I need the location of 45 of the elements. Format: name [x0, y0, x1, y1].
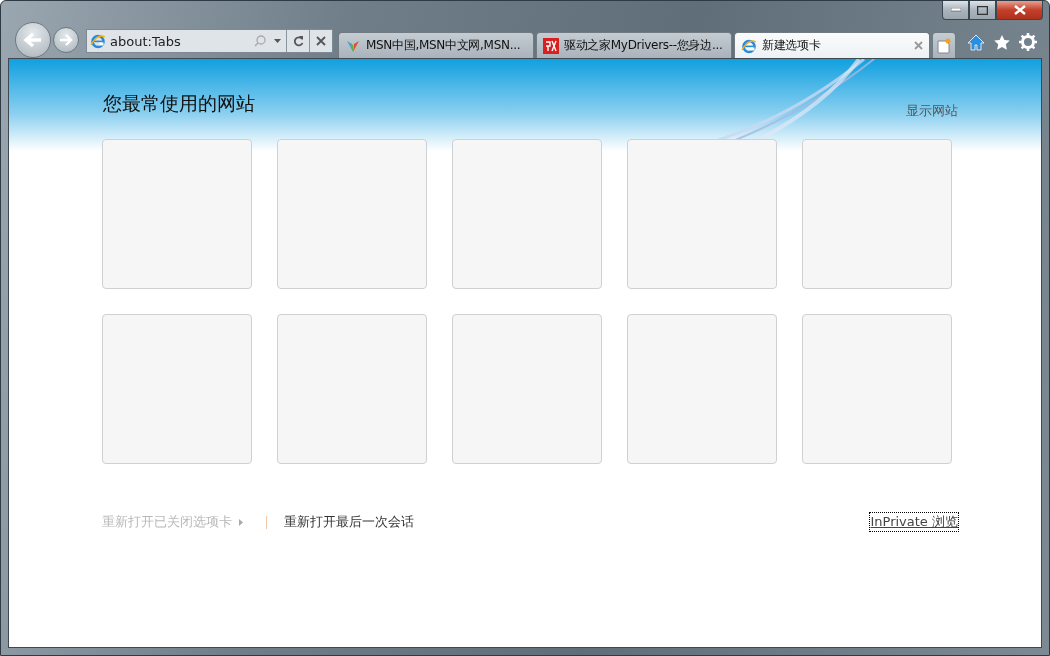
new-tab-button[interactable]	[932, 32, 956, 58]
browser-tab[interactable]: 新建选项卡	[734, 32, 930, 58]
site-logo-icon	[543, 37, 559, 54]
settings-icon	[1019, 33, 1037, 51]
site-tile[interactable]	[102, 314, 252, 464]
home-button[interactable]	[966, 32, 986, 52]
maximize-button[interactable]	[969, 1, 996, 20]
site-tile[interactable]	[102, 139, 252, 289]
show-sites-link[interactable]: 显示网站	[906, 102, 958, 120]
page-title: 您最常使用的网站	[103, 91, 255, 116]
forward-arrow-icon	[59, 34, 73, 46]
browser-tab[interactable]: MSN中国,MSN中文网,MSN...	[338, 32, 534, 58]
browser-e-icon	[741, 37, 757, 54]
site-tile[interactable]	[277, 314, 427, 464]
minimize-icon	[950, 8, 961, 12]
back-arrow-icon	[23, 32, 43, 48]
close-window-button[interactable]	[996, 1, 1043, 20]
caret-icon	[239, 518, 243, 526]
site-tile[interactable]	[627, 139, 777, 289]
minimize-button[interactable]	[942, 1, 969, 20]
search-icon	[254, 35, 266, 47]
new-page-icon	[937, 37, 951, 54]
site-tile[interactable]	[627, 314, 777, 464]
reopen-link[interactable]: 重新打开最后一次会话	[284, 513, 414, 531]
close-tab-icon[interactable]	[914, 41, 923, 50]
forward-button[interactable]	[53, 27, 79, 53]
site-tile[interactable]	[802, 314, 952, 464]
browser-e-icon	[90, 33, 106, 49]
site-tile[interactable]	[277, 139, 427, 289]
close-icon	[1013, 5, 1026, 15]
maximize-icon	[977, 5, 988, 15]
star-icon	[993, 33, 1011, 51]
settings-button[interactable]	[1018, 32, 1038, 52]
site-tile[interactable]	[452, 139, 602, 289]
back-button[interactable]	[15, 22, 51, 58]
site-tile[interactable]	[452, 314, 602, 464]
home-icon	[967, 33, 985, 51]
site-tile[interactable]	[802, 139, 952, 289]
address-bar[interactable]: about:Tabs	[86, 29, 333, 53]
browser-tab[interactable]: 驱动之家MyDrivers--您身边...	[536, 32, 732, 58]
close-icon	[316, 36, 326, 46]
inprivate-link[interactable]: InPrivate 浏览	[870, 513, 958, 531]
dropdown-caret-icon[interactable]	[274, 39, 281, 43]
address-field[interactable]: about:Tabs	[106, 33, 254, 49]
refresh-icon	[292, 35, 304, 47]
